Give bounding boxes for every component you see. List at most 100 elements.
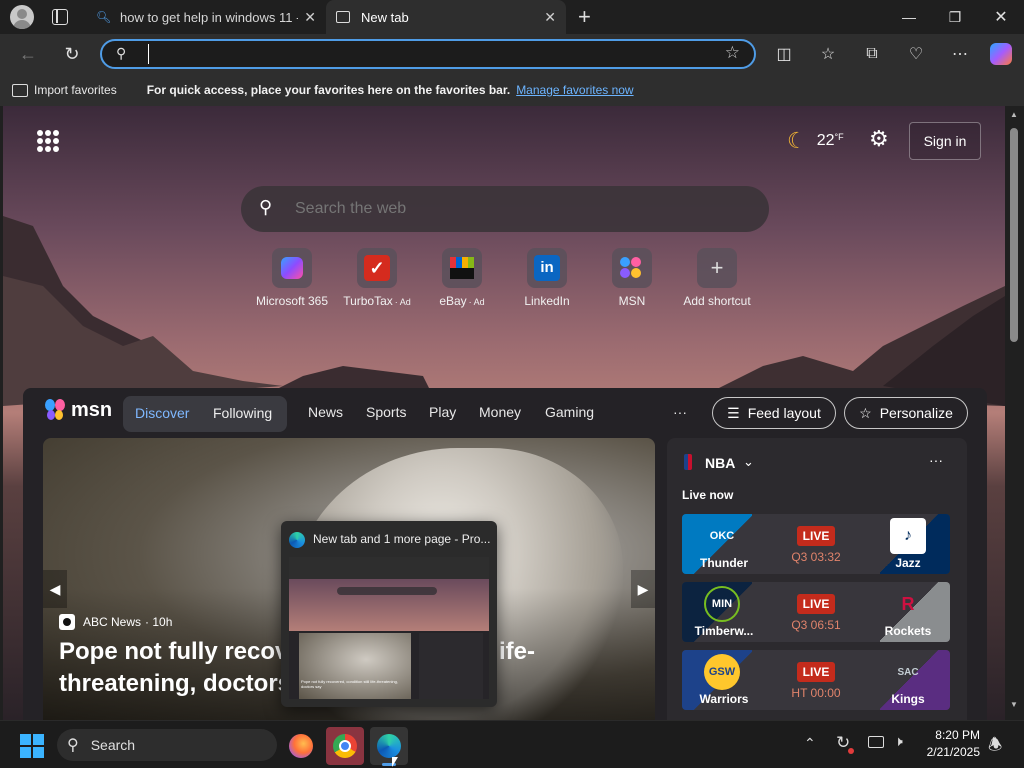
collections-button[interactable]: ⧉ [860, 42, 884, 66]
scroll-up-icon[interactable]: ▲ [1010, 110, 1018, 119]
network-icon[interactable] [868, 736, 884, 748]
nba-logo-icon [684, 454, 692, 470]
shortcut-microsoft-365[interactable]: Microsoft 365 [247, 248, 337, 308]
start-button[interactable] [20, 734, 44, 758]
refresh-button[interactable]: ↻ [60, 42, 84, 66]
following-tab[interactable]: Following [213, 405, 272, 421]
browser-essentials-button[interactable]: ♡ [904, 42, 928, 66]
tab-actions-icon[interactable] [52, 9, 68, 25]
apps-launcher-icon[interactable] [37, 130, 59, 152]
sign-in-button[interactable]: Sign in [909, 122, 981, 160]
nba-title[interactable]: NBA [705, 455, 735, 471]
new-tab-button[interactable]: + [578, 4, 591, 30]
close-tab-icon[interactable]: ✕ [544, 9, 556, 26]
personalize-button[interactable]: ☆ Personalize [844, 397, 968, 429]
restore-button[interactable]: ❐ [932, 0, 978, 34]
msn-logo-text: msn [71, 398, 113, 421]
back-button[interactable]: ← [16, 42, 40, 66]
search-favicon-icon: 🔍︎ [96, 10, 112, 24]
weather-widget[interactable]: ☾ 22 °F [787, 128, 844, 154]
settings-gear-icon[interactable]: ⚙ [869, 126, 889, 152]
nav-play[interactable]: Play [429, 404, 456, 420]
nav-money[interactable]: Money [479, 404, 521, 420]
manage-favorites-link[interactable]: Manage favorites now [516, 83, 633, 97]
discover-tab[interactable]: Discover [135, 405, 189, 421]
tab-search[interactable]: 🔍︎ how to get help in windows 11 - S ✕ [86, 0, 326, 34]
minimize-button[interactable]: — [886, 0, 932, 34]
address-bar[interactable]: ⚲ ☆ [100, 39, 756, 69]
turbotax-icon: ✓ [357, 248, 397, 288]
volume-muted-icon[interactable]: 🕨︎ [894, 733, 903, 750]
favorites-button[interactable]: ☆ [816, 42, 840, 66]
previous-arrow-icon[interactable]: ◀ [43, 570, 67, 608]
taskbar-search-box[interactable]: ⚲ Search [57, 729, 277, 761]
firefox-app[interactable] [282, 727, 320, 765]
nav-sports[interactable]: Sports [366, 404, 406, 420]
abc-news-logo [59, 614, 75, 630]
home-team: Thunder [700, 556, 748, 570]
close-window-button[interactable]: ✕ [978, 0, 1024, 34]
nba-more-icon[interactable]: ··· [929, 452, 943, 468]
nav-more-icon[interactable]: ··· [673, 404, 687, 420]
favorites-bar: Import favorites For quick access, place… [0, 74, 1024, 106]
chrome-app[interactable] [326, 727, 364, 765]
show-hidden-icons[interactable]: ⌃ [804, 735, 816, 752]
shortcut-msn[interactable]: MSN [587, 248, 677, 308]
live-badge: LIVE [797, 526, 835, 546]
copilot-icon[interactable] [990, 43, 1012, 65]
next-arrow-icon[interactable]: ▶ [631, 570, 655, 608]
alert-dot-icon [848, 748, 854, 754]
plus-icon: + [697, 248, 737, 288]
msn-logo[interactable]: msn [43, 397, 112, 423]
firefox-icon [289, 734, 313, 758]
chevron-down-icon[interactable]: ⌄ [743, 454, 754, 470]
article-age: · 10h [145, 615, 173, 629]
web-search-box[interactable]: ⚲ [241, 186, 769, 232]
profile-avatar[interactable] [10, 5, 34, 29]
tab-new-tab[interactable]: New tab ✕ [326, 0, 566, 34]
shortcut-turbotax[interactable]: ✓ TurboTax · Ad [332, 248, 422, 308]
sign-in-label: Sign in [923, 133, 967, 149]
thunder-logo: OKC [709, 530, 735, 542]
import-favorites-icon[interactable] [12, 83, 28, 97]
address-input[interactable] [148, 44, 708, 64]
sparkle-icon: ☆ [859, 404, 872, 421]
web-search-input[interactable] [295, 198, 735, 220]
edge-app[interactable] [370, 727, 408, 766]
game-card[interactable]: MIN Timberw... LIVE Q3 06:51 R Rockets [682, 582, 950, 642]
game-card[interactable]: GSW Warriors LIVE HT 00:00 SAC Kings [682, 650, 950, 710]
shortcut-label: Microsoft 365 [255, 294, 329, 308]
shortcut-add[interactable]: + Add shortcut [672, 248, 762, 308]
taskbar-window-preview[interactable]: New tab and 1 more page - Pro... Pope no… [281, 521, 497, 707]
mouse-cursor-icon [392, 757, 398, 767]
shortcut-label: LinkedIn [524, 294, 570, 308]
notification-bell-icon[interactable]: 🕭︎ [988, 734, 1002, 761]
warriors-logo: GSW [704, 654, 740, 690]
shortcut-label: eBay [439, 294, 467, 308]
close-tab-icon[interactable]: ✕ [304, 9, 316, 26]
clock-time: 8:20 PM [935, 728, 980, 742]
game-card[interactable]: OKC Thunder LIVE Q3 03:32 ♪ Jazz [682, 514, 950, 574]
more-menu-button[interactable]: ⋯ [948, 42, 972, 66]
shortcut-label: Add shortcut [683, 294, 751, 308]
away-team: Rockets [884, 624, 932, 638]
nav-news[interactable]: News [308, 404, 343, 420]
favorite-star-icon[interactable]: ☆ [725, 43, 740, 63]
scroll-thumb[interactable] [1010, 128, 1018, 342]
page-scrollbar[interactable]: ▲ ▼ [1005, 106, 1024, 720]
scroll-down-icon[interactable]: ▼ [1010, 700, 1018, 709]
ebay-icon [442, 248, 482, 288]
live-now-label: Live now [682, 488, 734, 502]
clock[interactable]: 8:20 PM 2/21/2025 [916, 727, 980, 761]
split-screen-button[interactable]: ◫ [772, 42, 796, 66]
feed-layout-button[interactable]: ☰ Feed layout [712, 397, 836, 429]
import-favorites-button[interactable]: Import favorites [34, 83, 117, 97]
nav-gaming[interactable]: Gaming [545, 404, 594, 420]
article-headline[interactable]: Pope not fully recove threatening, docto… [59, 636, 302, 700]
windows-taskbar: ⚲ Search ⌃ ↻ 🕨︎ 8:20 PM 2/21/2025 🕭︎ [0, 720, 1024, 768]
shortcut-linkedin[interactable]: in LinkedIn [502, 248, 592, 308]
search-icon: ⚲ [116, 45, 127, 61]
msn-butterfly-icon [43, 397, 69, 423]
live-badge: LIVE [797, 662, 835, 682]
shortcut-ebay[interactable]: eBay · Ad [417, 248, 507, 308]
